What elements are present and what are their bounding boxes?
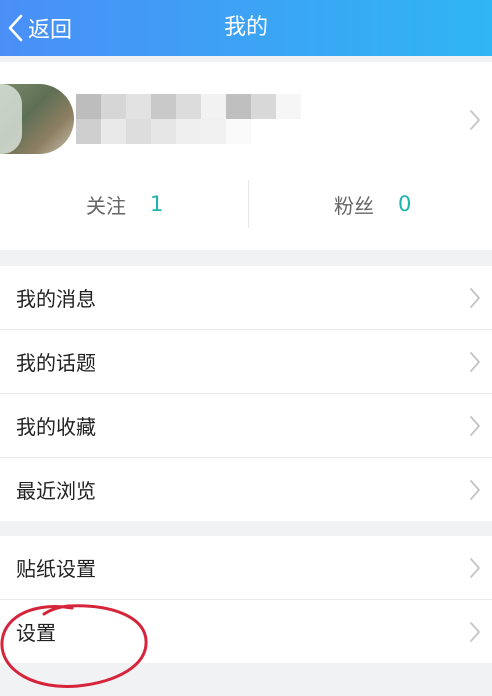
profile-card: 关注 1 粉丝 0 [0,62,492,250]
menu-item-my-topics[interactable]: 我的话题 [0,330,492,394]
menu-item-label: 我的消息 [16,287,96,311]
blurred-username [76,94,301,148]
stat-label: 关注 [86,193,126,218]
menu-group-main: 我的消息 我的话题 我的收藏 最近浏览 [0,266,492,521]
menu-item-label: 最近浏览 [16,479,96,503]
avatar[interactable] [0,84,74,154]
menu-item-my-favorites[interactable]: 我的收藏 [0,394,492,458]
menu-item-label: 我的话题 [16,351,96,375]
menu-item-label: 设置 [16,621,56,645]
menu-item-sticker-settings[interactable]: 贴纸设置 [0,536,492,600]
menu-item-settings[interactable]: 设置 [0,600,492,663]
stat-followers[interactable]: 粉丝 0 [334,172,411,236]
chevron-right-icon [470,416,480,436]
chevron-right-icon [470,480,480,500]
chevron-right-icon [470,352,480,372]
stats-divider [248,180,249,228]
chevron-right-icon[interactable] [468,108,482,132]
stat-value: 1 [150,192,164,216]
chevron-right-icon [470,288,480,308]
stat-label: 粉丝 [334,193,374,218]
chevron-right-icon [470,558,480,578]
menu-item-label: 贴纸设置 [16,557,96,581]
menu-item-recent-views[interactable]: 最近浏览 [0,458,492,521]
menu-group-settings: 贴纸设置 设置 [0,536,492,663]
menu-item-my-messages[interactable]: 我的消息 [0,266,492,330]
stat-value: 0 [398,192,412,216]
page-title: 我的 [223,15,268,40]
menu-item-label: 我的收藏 [16,415,96,439]
profile-stats: 关注 1 粉丝 0 [0,172,492,236]
stat-following[interactable]: 关注 1 [86,172,163,236]
chevron-right-icon [470,622,480,642]
top-nav-bar: 返回 我的 [0,0,492,56]
